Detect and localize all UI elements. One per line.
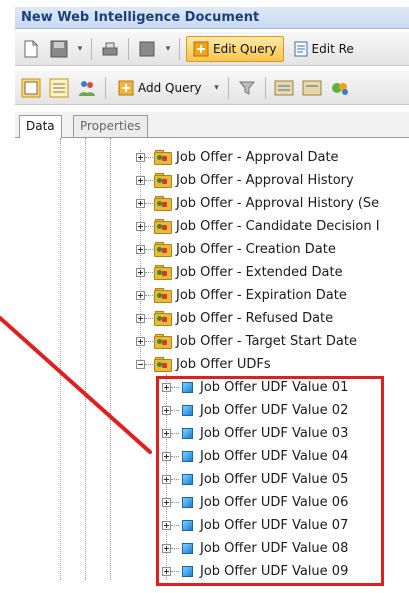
- annotation-arrow: [0, 316, 152, 454]
